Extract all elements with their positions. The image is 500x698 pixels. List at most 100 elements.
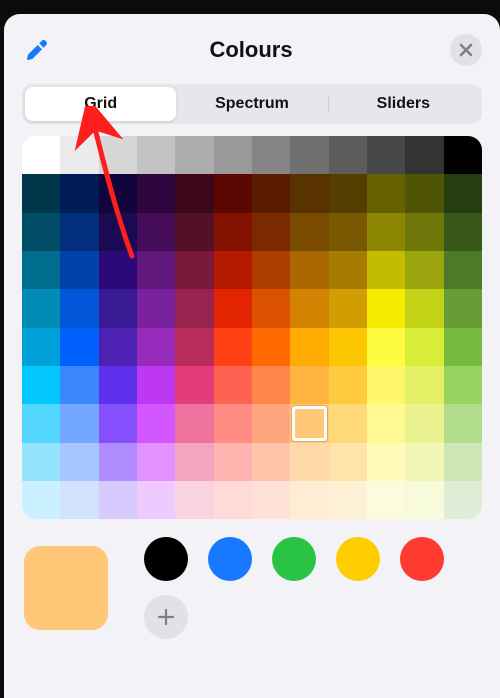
colour-cell[interactable]	[444, 136, 482, 174]
colour-cell[interactable]	[405, 366, 443, 404]
colour-cell[interactable]	[329, 136, 367, 174]
colour-cell[interactable]	[290, 174, 328, 212]
colour-cell[interactable]	[175, 136, 213, 174]
colour-cell[interactable]	[405, 174, 443, 212]
colour-cell[interactable]	[99, 174, 137, 212]
colour-cell[interactable]	[175, 289, 213, 327]
colour-cell[interactable]	[137, 136, 175, 174]
colour-cell[interactable]	[367, 366, 405, 404]
colour-cell[interactable]	[214, 404, 252, 442]
colour-cell[interactable]	[444, 174, 482, 212]
colour-cell[interactable]	[99, 481, 137, 519]
colour-cell[interactable]	[405, 289, 443, 327]
colour-cell[interactable]	[175, 174, 213, 212]
colour-cell[interactable]	[367, 328, 405, 366]
current-colour-swatch[interactable]	[24, 546, 108, 630]
colour-cell[interactable]	[22, 213, 60, 251]
preset-colour[interactable]	[208, 537, 252, 581]
colour-cell[interactable]	[367, 404, 405, 442]
colour-cell[interactable]	[99, 136, 137, 174]
colour-cell[interactable]	[252, 174, 290, 212]
colour-cell[interactable]	[252, 213, 290, 251]
colour-cell[interactable]	[175, 481, 213, 519]
colour-cell[interactable]	[405, 481, 443, 519]
colour-cell[interactable]	[329, 174, 367, 212]
eyedropper-icon[interactable]	[22, 35, 52, 65]
colour-cell[interactable]	[290, 289, 328, 327]
colour-cell[interactable]	[405, 404, 443, 442]
colour-cell[interactable]	[252, 251, 290, 289]
colour-cell[interactable]	[367, 481, 405, 519]
colour-cell[interactable]	[99, 404, 137, 442]
colour-cell[interactable]	[175, 213, 213, 251]
colour-cell[interactable]	[329, 366, 367, 404]
tab-sliders[interactable]: Sliders	[328, 87, 479, 121]
colour-cell[interactable]	[137, 404, 175, 442]
colour-cell[interactable]	[329, 213, 367, 251]
colour-cell[interactable]	[60, 481, 98, 519]
colour-cell[interactable]	[444, 443, 482, 481]
colour-cell[interactable]	[99, 251, 137, 289]
colour-cell[interactable]	[214, 481, 252, 519]
colour-cell[interactable]	[60, 289, 98, 327]
colour-cell[interactable]	[367, 174, 405, 212]
colour-cell[interactable]	[60, 213, 98, 251]
colour-cell[interactable]	[252, 404, 290, 442]
colour-cell[interactable]	[444, 481, 482, 519]
colour-cell[interactable]	[175, 328, 213, 366]
colour-cell[interactable]	[252, 481, 290, 519]
colour-cell[interactable]	[175, 443, 213, 481]
colour-cell[interactable]	[405, 328, 443, 366]
colour-cell[interactable]	[290, 328, 328, 366]
colour-cell[interactable]	[137, 174, 175, 212]
colour-cell[interactable]	[290, 366, 328, 404]
colour-cell[interactable]	[329, 251, 367, 289]
colour-cell[interactable]	[367, 136, 405, 174]
tab-spectrum[interactable]: Spectrum	[176, 87, 327, 121]
colour-cell[interactable]	[214, 366, 252, 404]
colour-cell[interactable]	[22, 328, 60, 366]
colour-cell[interactable]	[252, 443, 290, 481]
colour-cell[interactable]	[290, 443, 328, 481]
colour-cell[interactable]	[367, 251, 405, 289]
colour-cell[interactable]	[290, 481, 328, 519]
colour-cell[interactable]	[252, 136, 290, 174]
colour-cell[interactable]	[405, 136, 443, 174]
colour-cell[interactable]	[405, 251, 443, 289]
colour-cell[interactable]	[99, 213, 137, 251]
colour-cell[interactable]	[137, 366, 175, 404]
colour-cell[interactable]	[444, 289, 482, 327]
colour-cell[interactable]	[60, 136, 98, 174]
colour-cell[interactable]	[99, 289, 137, 327]
colour-cell[interactable]	[60, 366, 98, 404]
colour-cell[interactable]	[22, 481, 60, 519]
colour-cell[interactable]	[252, 289, 290, 327]
colour-cell[interactable]	[22, 443, 60, 481]
colour-cell[interactable]	[329, 328, 367, 366]
colour-cell[interactable]	[60, 174, 98, 212]
colour-cell[interactable]	[444, 213, 482, 251]
colour-cell[interactable]	[444, 366, 482, 404]
colour-cell[interactable]	[367, 443, 405, 481]
colour-cell[interactable]	[252, 366, 290, 404]
colour-cell[interactable]	[175, 404, 213, 442]
colour-cell[interactable]	[60, 404, 98, 442]
colour-cell[interactable]	[367, 213, 405, 251]
colour-cell[interactable]	[214, 328, 252, 366]
colour-cell[interactable]	[22, 289, 60, 327]
colour-cell[interactable]	[367, 289, 405, 327]
preset-colour[interactable]	[272, 537, 316, 581]
colour-cell[interactable]	[290, 251, 328, 289]
colour-cell[interactable]	[405, 213, 443, 251]
colour-cell[interactable]	[175, 366, 213, 404]
preset-colour[interactable]	[144, 537, 188, 581]
colour-cell[interactable]	[444, 404, 482, 442]
add-colour-button[interactable]	[144, 595, 188, 639]
colour-cell[interactable]	[137, 328, 175, 366]
colour-cell[interactable]	[329, 404, 367, 442]
colour-cell[interactable]	[137, 213, 175, 251]
colour-cell[interactable]	[290, 213, 328, 251]
colour-cell[interactable]	[444, 328, 482, 366]
tab-grid[interactable]: Grid	[25, 87, 176, 121]
colour-cell[interactable]	[22, 136, 60, 174]
